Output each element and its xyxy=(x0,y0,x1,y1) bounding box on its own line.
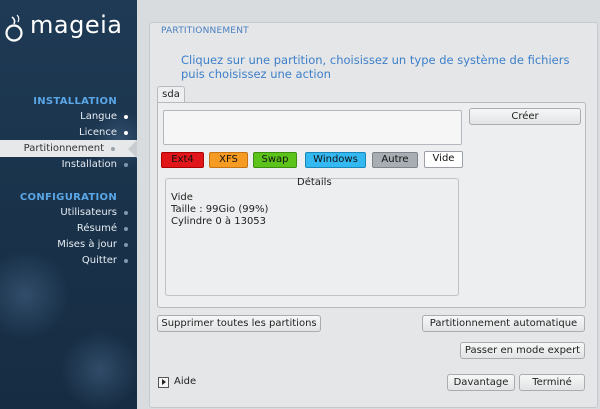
fs-type-xfs[interactable]: XFS xyxy=(209,152,248,168)
sidebar-item-utilisateurs: Utilisateurs xyxy=(60,205,128,221)
fs-type-swap[interactable]: Swap xyxy=(253,152,297,168)
sidebar: mageia INSTALLATION Langue Licence Parti… xyxy=(0,0,137,409)
fs-type-windows[interactable]: Windows xyxy=(305,152,366,168)
sidebar-item-resume: Résumé xyxy=(76,221,128,237)
sidebar-item-mises-a-jour: Mises à jour xyxy=(57,237,128,253)
create-button[interactable]: Créer xyxy=(469,108,581,125)
sidebar-item-quitter: Quitter xyxy=(81,253,128,269)
sidebar-item-label: Quitter xyxy=(81,255,117,266)
bullet-icon xyxy=(124,211,128,215)
help-label[interactable]: Aide xyxy=(174,376,196,387)
details-line-cylinder: Cylindre 0 à 13053 xyxy=(171,216,267,227)
sidebar-item-label: Résumé xyxy=(76,223,117,234)
auto-partition-button[interactable]: Partitionnement automatique xyxy=(422,315,585,332)
bullet-icon xyxy=(124,227,128,231)
tab-sda[interactable]: sda xyxy=(157,86,185,103)
bullet-icon xyxy=(124,243,128,247)
more-button[interactable]: Davantage xyxy=(447,374,515,391)
background-decoration xyxy=(0,250,70,340)
bullet-icon xyxy=(124,163,128,167)
section-title-installation: INSTALLATION xyxy=(33,96,117,107)
mageia-logo-icon xyxy=(5,14,23,42)
current-step-arrow-icon xyxy=(128,139,137,159)
section-title-configuration: CONFIGURATION xyxy=(19,192,117,203)
details-legend: Détails xyxy=(297,177,332,188)
details-box xyxy=(165,178,459,296)
background-decoration xyxy=(60,330,137,409)
bullet-icon xyxy=(124,115,128,119)
brand-name: mageia xyxy=(30,11,123,39)
details-line-size: Taille : 99Gio (99%) xyxy=(171,204,269,215)
sidebar-item-label: Langue xyxy=(80,111,117,122)
bullet-icon xyxy=(124,259,128,263)
sidebar-item-label: Partitionnement xyxy=(23,143,104,154)
sidebar-item-langue: Langue xyxy=(80,109,128,125)
instruction-text: Cliquez sur une partition, choisissez un… xyxy=(181,53,570,81)
sidebar-item-partitionnement: Partitionnement xyxy=(0,139,137,159)
fs-type-ext4[interactable]: Ext4 xyxy=(161,152,204,168)
bullet-icon xyxy=(124,131,128,135)
expert-mode-button[interactable]: Passer en mode expert xyxy=(460,342,585,359)
fs-type-autre[interactable]: Autre xyxy=(372,152,418,168)
page-title: PARTITIONNEMENT xyxy=(161,26,249,36)
bullet-icon xyxy=(111,147,115,151)
details-line-type: Vide xyxy=(171,192,193,203)
sidebar-item-label: Mises à jour xyxy=(57,239,117,250)
mageia-logo: mageia xyxy=(4,11,134,44)
sidebar-item-licence: Licence xyxy=(79,125,128,141)
help-expander-icon[interactable] xyxy=(158,377,169,388)
delete-all-partitions-button[interactable]: Supprimer toutes les partitions xyxy=(157,315,321,332)
fs-type-vide[interactable]: Vide xyxy=(424,151,463,168)
sidebar-item-label: Installation xyxy=(61,159,117,170)
sidebar-item-label: Licence xyxy=(79,127,117,138)
sidebar-item-installation: Installation xyxy=(61,157,128,173)
sidebar-item-label: Utilisateurs xyxy=(60,207,117,218)
done-button[interactable]: Terminé xyxy=(519,374,585,391)
disk-partition-bar[interactable] xyxy=(163,110,462,145)
